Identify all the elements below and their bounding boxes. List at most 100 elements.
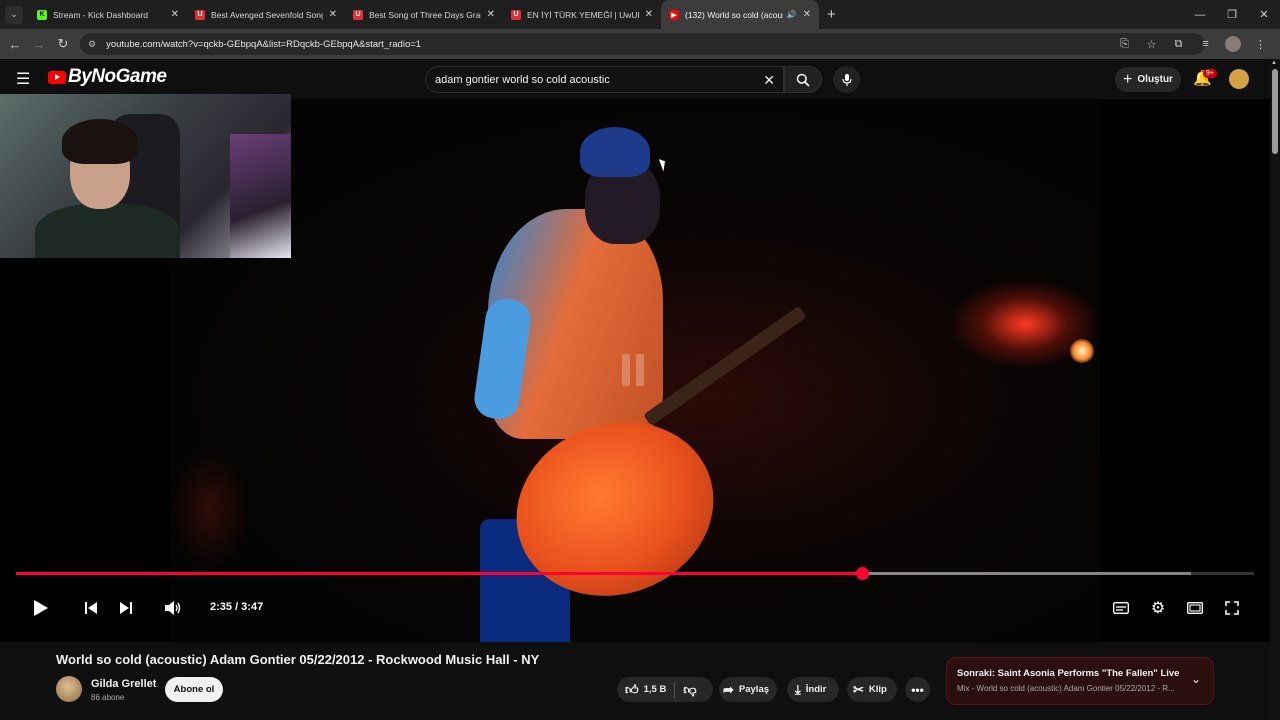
next-icon [120, 602, 132, 614]
youtube-icon: ▶ [669, 9, 679, 20]
restore-icon[interactable]: ❐ [1216, 8, 1248, 21]
tab-search-icon[interactable]: ⌄ [5, 5, 23, 24]
media-control-icon[interactable]: ≡ [1192, 38, 1219, 50]
back-icon[interactable]: ← [3, 37, 27, 52]
menu-icon[interactable]: ☰ [16, 69, 30, 89]
address-bar[interactable]: ⚙ youtube.com/watch?v=qckb-GEbpqA&list=R… [80, 33, 1205, 55]
tab-title: (132) World so cold (acoustic [685, 9, 783, 20]
settings-button[interactable]: ⚙ [1148, 598, 1168, 618]
settings-gear-icon: ⚙ [1150, 600, 1166, 617]
forward-icon[interactable]: → [27, 37, 51, 52]
youtube-logo[interactable]: ByNoGame [48, 66, 167, 88]
share-label: Paylaş [738, 684, 770, 695]
browser-tab-0[interactable]: K Stream - Kick Dashboard ✕ [29, 0, 187, 29]
close-tab-icon[interactable]: ✕ [487, 9, 495, 20]
logo-text: ByNoGame [68, 66, 167, 87]
next-button[interactable] [117, 599, 135, 617]
plus-icon: + [1123, 70, 1133, 88]
play-button[interactable] [30, 597, 52, 619]
search-input[interactable]: adam gontier world so cold acoustic ✕ [425, 66, 784, 93]
streamer-webcam-overlay [0, 94, 291, 258]
pause-overlay-icon [622, 354, 648, 388]
uwufufu-icon: U [511, 9, 521, 20]
more-horizontal-icon: ••• [911, 682, 924, 697]
subscribe-button[interactable]: Abone ol [165, 677, 223, 702]
volume-button[interactable] [163, 599, 183, 617]
bookmark-star-icon[interactable]: ☆ [1138, 38, 1165, 51]
create-button[interactable]: + Oluştur [1115, 67, 1181, 92]
progress-played [16, 572, 862, 575]
url-text: youtube.com/watch?v=qckb-GEbpqA&list=RDq… [106, 38, 422, 50]
download-button[interactable]: ⤓ İndir [787, 677, 839, 702]
video-title: World so cold (acoustic) Adam Gontier 05… [56, 652, 540, 667]
like-divider [674, 681, 676, 698]
like-button[interactable]: 👍︎ 1,5 B [617, 682, 666, 698]
previous-button[interactable] [82, 599, 100, 617]
up-next-card[interactable]: Sonraki: Saint Asonia Performs "The Fall… [946, 657, 1214, 705]
dislike-button[interactable]: 👎︎ [683, 682, 696, 698]
close-tab-icon[interactable]: ✕ [171, 9, 179, 20]
page-scrollbar[interactable]: ▲ [1270, 59, 1280, 720]
clip-button[interactable]: ✂ Klip [847, 677, 897, 702]
close-tab-icon[interactable]: ✕ [645, 9, 653, 20]
video-frame[interactable] [170, 99, 1100, 642]
browser-toolbar: ← → ↻ ⚙ youtube.com/watch?v=qckb-GEbpqA&… [0, 29, 1280, 59]
window-controls: — ❐ ✕ [1184, 0, 1280, 29]
site-info-icon[interactable]: ⚙ [88, 39, 96, 50]
chevron-down-icon[interactable]: ⌄ [1191, 672, 1201, 686]
account-avatar[interactable] [1229, 69, 1249, 89]
subtitles-icon [1113, 602, 1129, 614]
extensions-icon[interactable]: ⧉ [1165, 38, 1192, 51]
close-window-icon[interactable]: ✕ [1248, 8, 1280, 21]
browser-tab-1[interactable]: U Best Avenged Sevenfold Songs ✕ [187, 0, 345, 29]
browser-tabbar: ⌄ K Stream - Kick Dashboard ✕ U Best Ave… [0, 0, 1280, 29]
speaker-icon[interactable]: 🔊 [787, 10, 797, 19]
tab-title: Best Avenged Sevenfold Songs [211, 9, 323, 20]
fullscreen-button[interactable] [1222, 599, 1242, 617]
share-button[interactable]: ➦ Paylaş [719, 677, 777, 702]
new-tab-icon[interactable]: + [827, 6, 836, 23]
thumbs-up-icon: 👍︎ [625, 681, 639, 697]
notification-badge: 9+ [1203, 69, 1217, 78]
close-tab-icon[interactable]: ✕ [329, 9, 337, 20]
like-dislike-group: 👍︎ 1,5 B 👎︎ [617, 677, 713, 702]
clip-label: Klip [868, 684, 887, 695]
minimize-icon[interactable]: — [1184, 9, 1216, 21]
subtitles-button[interactable] [1111, 599, 1131, 617]
theater-mode-icon [1187, 602, 1203, 614]
progress-scrubber-handle[interactable] [855, 567, 869, 580]
profile-avatar-icon[interactable] [1225, 36, 1241, 52]
install-app-icon[interactable]: ⎘ [1111, 38, 1138, 51]
play-icon [34, 600, 48, 616]
like-count: 1,5 B [643, 684, 667, 695]
scroll-up-arrow-icon[interactable]: ▲ [1271, 60, 1277, 66]
browser-tab-3[interactable]: U EN İYİ TÜRK YEMEĞİ | UwUFUFU ✕ [503, 0, 661, 29]
close-tab-icon[interactable]: ✕ [803, 9, 811, 20]
volume-icon [165, 601, 181, 615]
tab-title: Best Song of Three Days Grace [369, 9, 481, 20]
microphone-icon [841, 73, 852, 86]
reload-icon[interactable]: ↻ [51, 36, 75, 52]
youtube-logo-icon [48, 70, 66, 84]
theater-mode-button[interactable] [1185, 599, 1205, 617]
browser-menu-icon[interactable]: ⋮ [1247, 38, 1274, 51]
scissors-icon: ✂ [853, 681, 864, 697]
more-actions-button[interactable]: ••• [905, 677, 930, 702]
voice-search-button[interactable] [833, 66, 860, 93]
uwufufu-icon: U [353, 9, 363, 20]
browser-tab-2[interactable]: U Best Song of Three Days Grace ✕ [345, 0, 503, 29]
tab-title: Stream - Kick Dashboard [53, 9, 148, 20]
channel-name[interactable]: Gilda Grellet [91, 678, 156, 690]
previous-icon [85, 602, 97, 614]
download-icon: ⤓ [795, 681, 801, 697]
up-next-playlist: Mix - World so cold (acoustic) Adam Gont… [957, 684, 1175, 693]
search-icon [796, 73, 810, 87]
browser-tab-4-active[interactable]: ▶ (132) World so cold (acoustic 🔊 ✕ [661, 0, 819, 29]
clear-search-icon[interactable]: ✕ [763, 72, 775, 89]
channel-avatar[interactable] [56, 676, 82, 702]
stage-light-spot [1070, 339, 1094, 363]
scrollbar-thumb[interactable] [1272, 69, 1278, 154]
thumbs-down-icon: 👎︎ [683, 681, 697, 697]
subscriber-count: 86 abone [91, 693, 125, 702]
search-button[interactable] [784, 66, 822, 93]
